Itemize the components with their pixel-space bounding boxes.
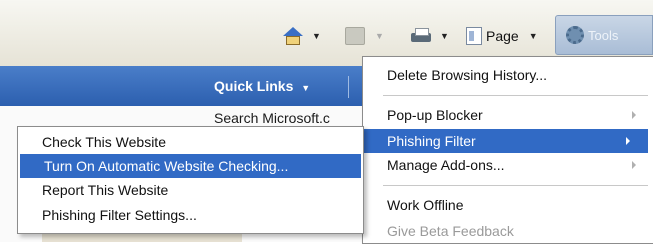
chevron-down-icon[interactable]: ▼ (375, 31, 384, 41)
feeds-button[interactable]: ▼ (345, 24, 384, 48)
menu-item-label: Check This Website (42, 134, 166, 150)
phishing-filter-submenu: Check This Website Turn On Automatic Web… (17, 126, 364, 234)
home-icon (282, 27, 303, 45)
menu-item-label: Work Offline (387, 197, 464, 213)
menu-item-phishing-filter[interactable]: Phishing Filter (363, 129, 648, 153)
menu-item-label: Manage Add-ons... (387, 157, 505, 173)
menu-item-delete-browsing-history[interactable]: Delete Browsing History... (363, 63, 653, 87)
chevron-down-icon[interactable]: ▼ (312, 31, 321, 41)
tools-label: Tools (588, 27, 619, 43)
print-button[interactable]: ▼ (410, 24, 449, 48)
separator (348, 76, 349, 98)
gear-icon (566, 26, 584, 44)
chevron-right-icon (632, 161, 636, 169)
chevron-right-icon (632, 111, 636, 119)
menu-item-label: Phishing Filter Settings... (42, 207, 197, 223)
home-button[interactable]: ▼ (282, 24, 321, 48)
submenu-item-turn-on-automatic-checking[interactable]: Turn On Automatic Website Checking... (20, 154, 361, 178)
submenu-item-check-website[interactable]: Check This Website (18, 130, 363, 154)
feed-icon (345, 27, 365, 45)
menu-item-label: Pop-up Blocker (387, 107, 483, 123)
page-label: Page (486, 28, 519, 44)
quick-links-label: Quick Links (214, 78, 294, 94)
page-icon (466, 27, 482, 45)
menu-item-manage-add-ons[interactable]: Manage Add-ons... (363, 153, 653, 177)
print-icon (410, 27, 431, 45)
search-link[interactable]: Search Microsoft.c (214, 110, 330, 126)
menu-item-label: Turn On Automatic Website Checking... (44, 158, 289, 174)
chevron-right-icon (626, 137, 630, 145)
menu-item-label: Report This Website (42, 182, 169, 198)
menu-item-work-offline[interactable]: Work Offline (363, 193, 653, 217)
menu-item-label: Delete Browsing History... (387, 67, 548, 83)
menu-separator (383, 185, 648, 186)
tools-button[interactable]: Tools (555, 15, 653, 55)
submenu-item-report-website[interactable]: Report This Website (18, 178, 363, 202)
chevron-down-icon[interactable]: ▼ (440, 31, 449, 41)
menu-item-popup-blocker[interactable]: Pop-up Blocker (363, 103, 653, 127)
menu-item-give-beta-feedback[interactable]: Give Beta Feedback (363, 219, 653, 243)
menu-item-label: Give Beta Feedback (387, 223, 514, 239)
tools-menu: Delete Browsing History... Pop-up Blocke… (362, 56, 653, 244)
chevron-down-icon[interactable]: ▼ (529, 31, 538, 41)
menu-separator (383, 95, 648, 96)
quick-links-button[interactable]: Quick Links ▼ (214, 78, 310, 94)
chevron-down-icon: ▼ (301, 83, 311, 93)
submenu-item-phishing-filter-settings[interactable]: Phishing Filter Settings... (18, 203, 363, 227)
menu-item-label: Phishing Filter (387, 133, 476, 149)
page-button[interactable]: Page ▼ (466, 24, 538, 48)
